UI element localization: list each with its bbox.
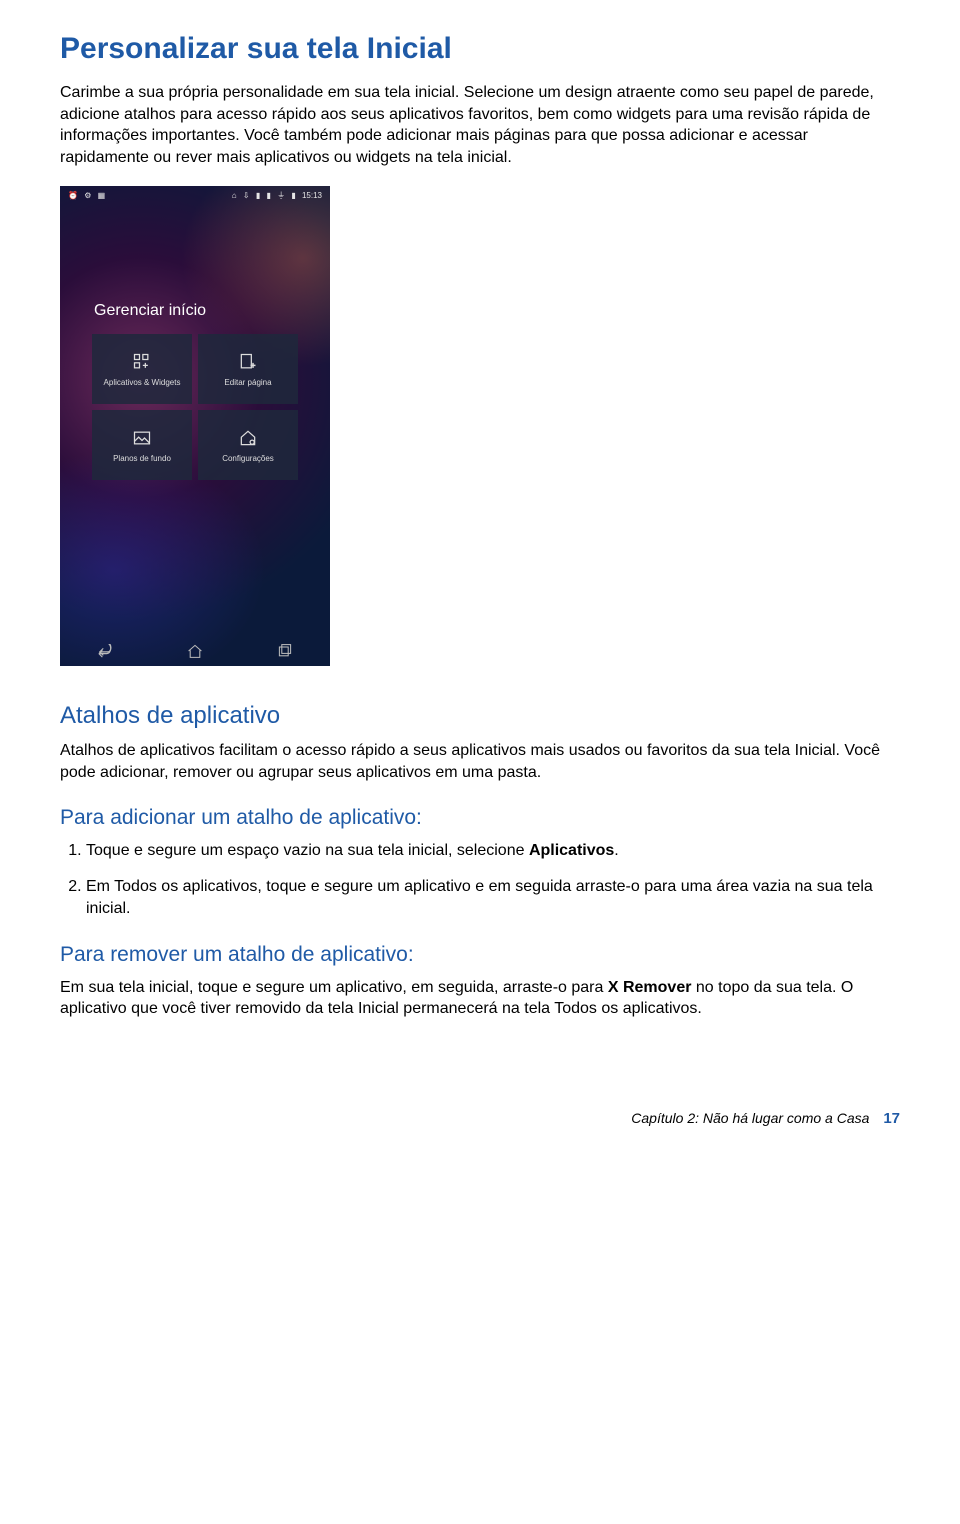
step-item: Em Todos os aplicativos, toque e segure … [86,876,900,921]
footer-chapter: Capítulo 2: Não há lugar como a Casa [631,1110,869,1126]
phone-screenshot: ⏰ ⚙ ▦ ⌂ ⇩ ▮ ▮ ⏚ ▮ 15:13 Gerenciar início… [60,186,330,666]
section-paragraph: Atalhos de aplicativos facilitam o acess… [60,740,900,783]
status-bar: ⏰ ⚙ ▦ ⌂ ⇩ ▮ ▮ ⏚ ▮ 15:13 [60,186,330,204]
status-time: 15:13 [302,191,322,200]
tile-wallpapers[interactable]: Planos de fundo [92,410,192,480]
tile-label: Editar página [224,378,271,387]
signal-icon: ▮ [266,191,270,200]
remove-paragraph: Em sua tela inicial, toque e segure um a… [60,977,900,1020]
home-icon[interactable] [181,641,209,661]
tile-settings[interactable]: Configurações [198,410,298,480]
wifi-icon: ⏚ [277,191,285,200]
steps-add: Toque e segure um espaço vazio na sua te… [60,840,900,921]
page-footer: Capítulo 2: Não há lugar como a Casa 17 [60,1110,900,1127]
step-text: . [614,842,618,859]
image-icon [131,427,153,449]
page-plus-icon [237,351,259,373]
status-left: ⏰ ⚙ ▦ [66,191,107,200]
battery-icon: ▮ [291,191,295,200]
navigation-bar [60,636,330,666]
home-icon: ⌂ [232,191,237,200]
remove-text: Em sua tela inicial, toque e segure um a… [60,979,608,996]
remove-bold: X Remover [608,979,692,996]
tile-label: Aplicativos & Widgets [104,378,181,387]
tile-grid: Aplicativos & Widgets Editar página Plan… [92,334,298,480]
app-icon: ▦ [98,191,106,200]
step-bold: Aplicativos [529,842,614,859]
signal-icon: ▮ [256,191,260,200]
step-item: Toque e segure um espaço vazio na sua te… [86,840,900,862]
settings-icon: ⚙ [84,191,91,200]
tile-label: Planos de fundo [113,454,171,463]
home-gear-icon [237,427,259,449]
grid-plus-icon [131,351,153,373]
section-title-shortcuts: Atalhos de aplicativo [60,702,900,730]
download-icon: ⇩ [243,191,250,200]
recent-icon[interactable] [271,641,299,661]
footer-page-number: 17 [883,1110,900,1127]
alarm-icon: ⏰ [68,191,78,200]
manage-home-title: Gerenciar início [60,302,330,320]
document-page: Personalizar sua tela Inicial Carimbe a … [0,0,960,1167]
sub-title-add: Para adicionar um atalho de aplicativo: [60,806,900,830]
step-text: Em Todos os aplicativos, toque e segure … [86,878,873,917]
tile-label: Configurações [222,454,274,463]
intro-paragraph: Carimbe a sua própria personalidade em s… [60,82,900,168]
sub-title-remove: Para remover um atalho de aplicativo: [60,943,900,967]
tile-apps-widgets[interactable]: Aplicativos & Widgets [92,334,192,404]
status-right: ⌂ ⇩ ▮ ▮ ⏚ ▮ 15:13 [230,190,324,201]
tile-edit-page[interactable]: Editar página [198,334,298,404]
page-title: Personalizar sua tela Inicial [60,32,900,66]
step-text: Toque e segure um espaço vazio na sua te… [86,842,529,859]
back-icon[interactable] [91,641,119,661]
